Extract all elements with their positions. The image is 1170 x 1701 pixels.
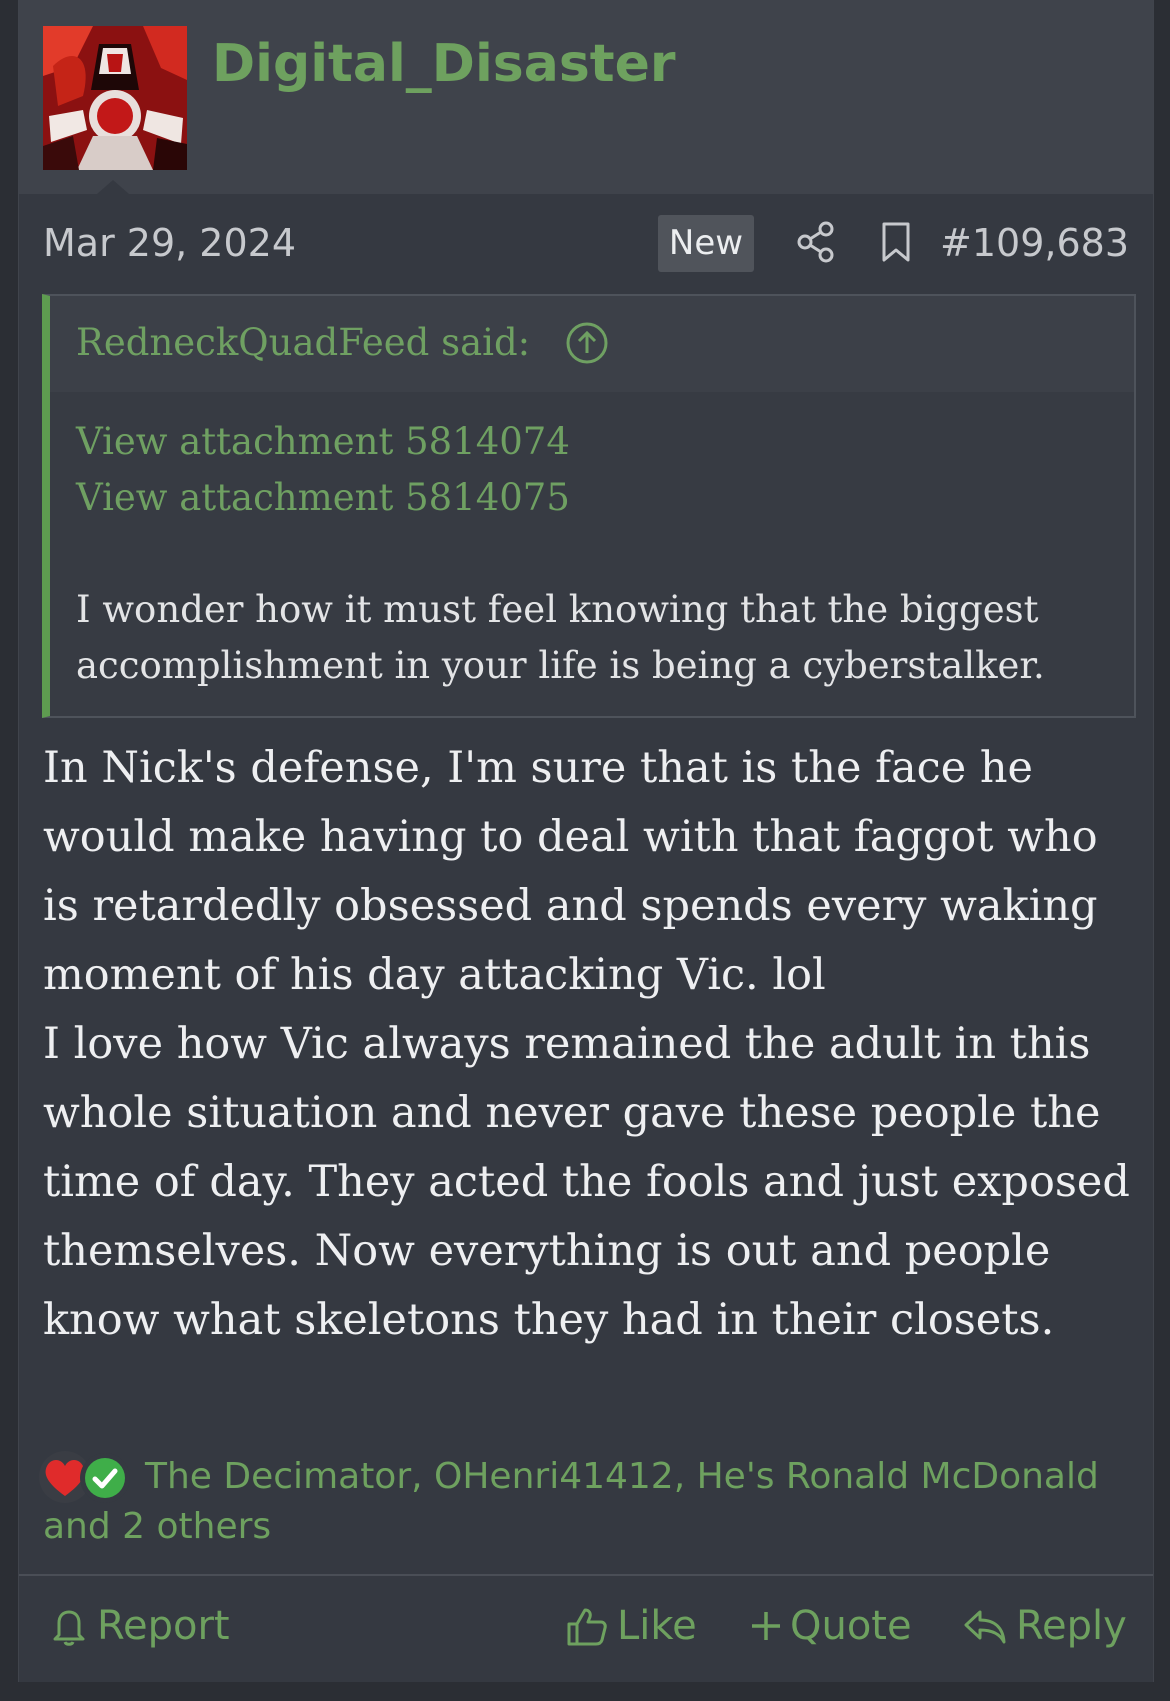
report-label: Report bbox=[97, 1603, 230, 1649]
post-number-link[interactable]: #109,683 bbox=[940, 220, 1129, 266]
share-icon[interactable] bbox=[794, 220, 838, 264]
quote-text: I wonder how it must feel knowing that t… bbox=[76, 588, 1045, 687]
quote-body: View attachment 5814074 View attachment … bbox=[76, 414, 1116, 694]
quote-block: RedneckQuadFeed said: View attachment 58… bbox=[42, 294, 1136, 718]
bookmark-icon[interactable] bbox=[876, 220, 916, 264]
quote-button[interactable]: Quote bbox=[750, 1596, 912, 1656]
attachment-link[interactable]: View attachment 5814074 bbox=[76, 414, 1116, 470]
plus-icon bbox=[752, 1612, 780, 1640]
post-date[interactable]: Mar 29, 2024 bbox=[43, 220, 296, 266]
like-label: Like bbox=[617, 1603, 697, 1649]
quote-label: Quote bbox=[790, 1603, 912, 1649]
post-paragraph: I love how Vic always remained the adult… bbox=[43, 1019, 1130, 1345]
thumbs-up-icon bbox=[567, 1608, 607, 1646]
attachment-link[interactable]: View attachment 5814075 bbox=[76, 470, 1116, 526]
reply-label: Reply bbox=[1016, 1603, 1127, 1649]
post-actions-bar: Report Like Quote Reply bbox=[19, 1574, 1153, 1684]
avatar-pointer bbox=[97, 180, 129, 194]
post-meta-row: Mar 29, 2024 New #109,683 bbox=[19, 208, 1153, 278]
post-card: Digital_Disaster Mar 29, 2024 New #109,6… bbox=[18, 0, 1154, 1682]
bell-icon bbox=[53, 1610, 85, 1646]
like-button[interactable]: Like bbox=[565, 1596, 697, 1656]
post-user-header: Digital_Disaster bbox=[19, 0, 1153, 194]
reaction-users-link[interactable]: The Decimator, OHenri41412, He's Ronald … bbox=[43, 1452, 1133, 1552]
post-paragraph: In Nick's defense, I'm sure that is the … bbox=[43, 743, 1098, 1000]
demon-avatar-icon bbox=[43, 26, 187, 170]
reply-button[interactable]: Reply bbox=[962, 1596, 1127, 1656]
quote-header: RedneckQuadFeed said: bbox=[50, 296, 1134, 392]
new-badge: New bbox=[658, 215, 754, 272]
username-link[interactable]: Digital_Disaster bbox=[212, 32, 676, 96]
arrow-up-circle-icon[interactable] bbox=[564, 320, 610, 366]
post-body: In Nick's defense, I'm sure that is the … bbox=[43, 734, 1139, 1355]
quote-author-link[interactable]: RedneckQuadFeed said: bbox=[76, 320, 530, 366]
report-button[interactable]: Report bbox=[49, 1596, 230, 1656]
avatar[interactable] bbox=[43, 26, 187, 170]
reply-arrow-icon bbox=[964, 1610, 1006, 1644]
